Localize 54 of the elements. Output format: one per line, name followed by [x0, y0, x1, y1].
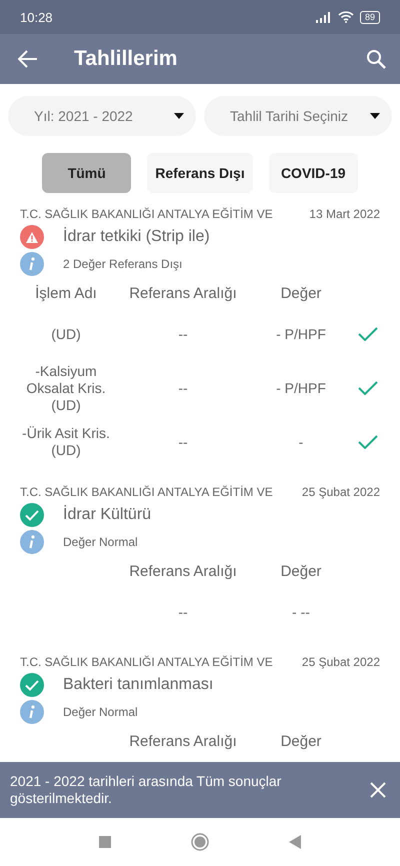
- column-header: Referans Aralığı: [128, 562, 238, 580]
- check-icon: [358, 327, 378, 341]
- search-button[interactable]: [366, 49, 386, 69]
- institution-name: T.C. SAĞLIK BAKANLIĞI ANTALYA EĞİTİM VE: [20, 207, 273, 221]
- caret-icon: [174, 113, 184, 119]
- table-cell-text: - P/HPF: [275, 380, 327, 396]
- table-cell-text: --: [177, 380, 189, 396]
- column-header: Referans Aralığı: [128, 732, 238, 750]
- table-cell-text: - P/HPF: [275, 326, 327, 342]
- battery-indicator: 89: [360, 10, 380, 24]
- info-icon: [20, 252, 44, 276]
- table-cell-text: --: [177, 604, 189, 620]
- wifi-icon: [338, 11, 354, 23]
- column-header: Değer: [280, 732, 322, 750]
- table-cell-text: --: [177, 326, 189, 342]
- dropdown[interactable]: Yıl: 2021 - 2022: [8, 96, 196, 136]
- column-header: Değer: [280, 284, 322, 302]
- result-summary: Değer Normal: [63, 705, 138, 719]
- snackbar-message: 2021 - 2022 tarihleri arasında Tüm sonuçlar gösterilmektedir.: [10, 773, 282, 807]
- table-cell-text: (UD): [50, 326, 82, 342]
- signal-icon: [316, 12, 332, 22]
- table-cell-text: - --: [291, 604, 311, 620]
- caret-icon: [370, 113, 380, 119]
- back-button[interactable]: [18, 50, 38, 68]
- column-header: Referans Aralığı: [128, 284, 238, 302]
- table-cell-text: -Kalsiyum Oksalat Kris. (UD): [25, 362, 107, 414]
- result-date: 13 Mart 2022: [309, 207, 380, 221]
- institution-name: T.C. SAĞLIK BAKANLIĞI ANTALYA EĞİTİM VE: [20, 655, 273, 669]
- check-icon: [358, 435, 378, 449]
- info-icon: [20, 530, 44, 554]
- filter-tab[interactable]: Referans Dışı: [147, 153, 253, 193]
- column-header: İşlem Adı: [34, 284, 98, 302]
- table-cell-text: -: [298, 434, 304, 450]
- column-header: Değer: [280, 562, 322, 580]
- result-date: 25 Şubat 2022: [302, 485, 380, 499]
- test-title: İdrar tetkiki (Strip ile): [63, 228, 210, 246]
- dropdown[interactable]: Tahlil Tarihi Seçiniz: [204, 96, 392, 136]
- page-title: Tahlillerim: [74, 47, 178, 71]
- filter-tab[interactable]: Tümü: [42, 153, 132, 193]
- info-icon: [20, 700, 44, 724]
- test-title: Bakteri tanımlanması: [63, 676, 214, 694]
- result-summary: 2 Değer Referans Dışı: [63, 257, 182, 271]
- back-nav-icon[interactable]: [289, 835, 301, 849]
- table-cell-text: -Ürik Asit Kris. (UD): [21, 425, 111, 459]
- status-time: 10:28: [20, 10, 54, 24]
- filter-tab[interactable]: COVID-19: [268, 153, 358, 193]
- result-date: 25 Şubat 2022: [302, 655, 380, 669]
- test-title: İdrar Kültürü: [63, 506, 152, 524]
- result-summary: Değer Normal: [63, 535, 138, 549]
- check-icon: [358, 381, 378, 395]
- institution-name: T.C. SAĞLIK BAKANLIĞI ANTALYA EĞİTİM VE: [20, 485, 273, 499]
- home-icon[interactable]: [191, 833, 209, 851]
- table-cell-text: --: [177, 434, 189, 450]
- close-button[interactable]: [370, 782, 386, 798]
